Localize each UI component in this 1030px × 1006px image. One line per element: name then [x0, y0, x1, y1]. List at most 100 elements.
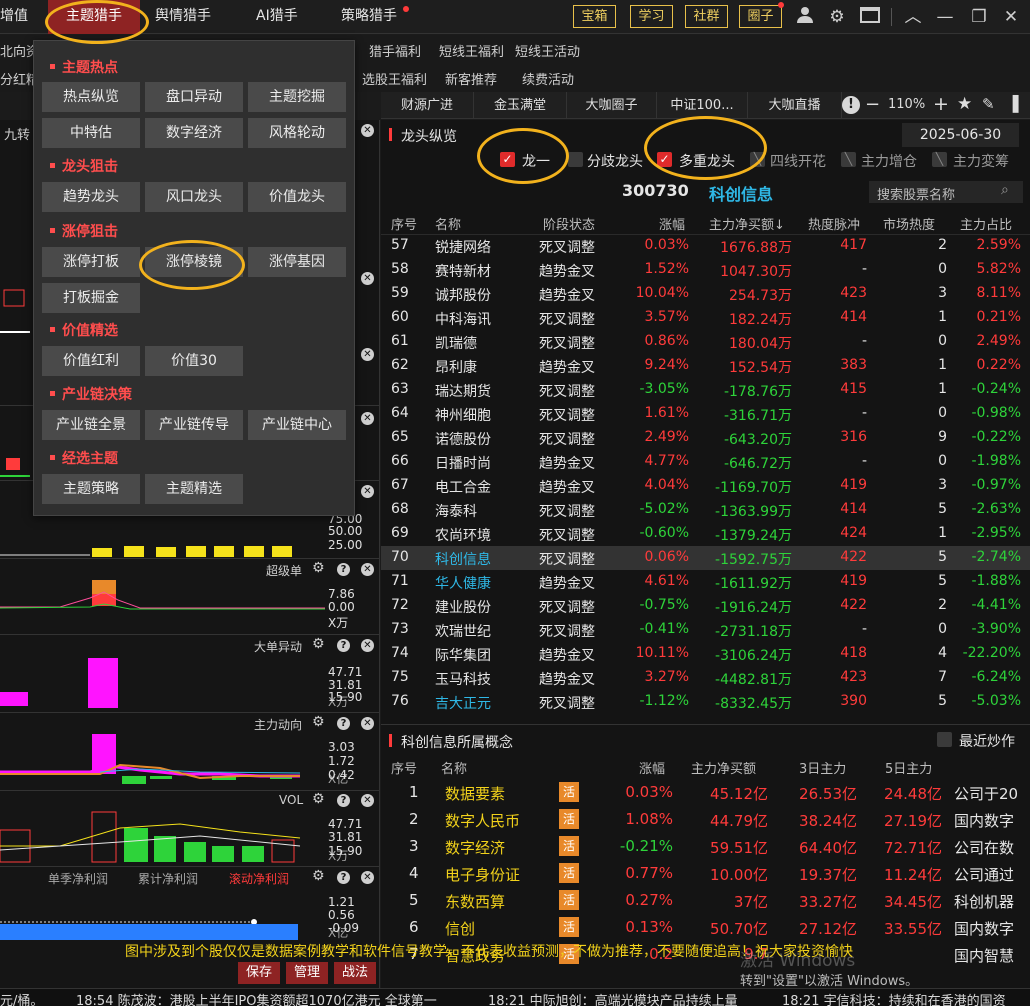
tactics-button[interactable]: 战法 [334, 962, 376, 984]
row-name[interactable]: 欢瑞世纪 [435, 621, 491, 641]
tab-zhongzheng[interactable]: 中证100... [657, 92, 748, 119]
column-header[interactable]: 阶段状态 [543, 214, 595, 233]
row-name[interactable]: 玉马科技 [435, 669, 491, 689]
recent-checkbox[interactable] [937, 732, 952, 747]
edit-icon[interactable]: ✎ [982, 95, 995, 113]
menu-item-limit-up-gene[interactable]: 涨停基因 [248, 247, 346, 277]
gear-icon[interactable]: ⚙ [312, 560, 325, 576]
help-icon[interactable]: ? [337, 871, 350, 884]
filter-label[interactable]: 分歧龙头 [587, 151, 643, 171]
row-name[interactable]: 神州细胞 [435, 405, 491, 425]
table-row[interactable]: 59 诚邦股份 趋势金叉 10.04% 254.73万 423 3 8.11% [381, 282, 1030, 306]
recent-label[interactable]: 最近炒作 [959, 731, 1015, 751]
table-row[interactable]: 60 中科海讯 死叉调整 3.57% 182.24万 414 1 0.21% [381, 306, 1030, 330]
table-row[interactable]: 76 吉大正元 死叉调整 -1.12% -8332.45万 390 5 -5.03% [381, 690, 1030, 714]
help-icon[interactable]: ? [337, 794, 350, 807]
column-header[interactable]: 名称 [441, 758, 467, 777]
close-icon[interactable]: ✕ [361, 485, 374, 498]
concept-row[interactable]: 2 数字人民币 活 1.08% 44.79亿 38.24亿 27.19亿 国内数字 [381, 807, 1030, 834]
gear-icon[interactable]: ⚙ [826, 6, 848, 28]
table-row[interactable]: 66 日播时尚 趋势金叉 4.77% -646.72万 - 0 -1.98% [381, 450, 1030, 474]
filter-checkbox[interactable] [568, 152, 583, 167]
tab-cumulative-profit[interactable]: 累计净利润 [138, 870, 198, 887]
learn-button[interactable]: 学习 [630, 5, 673, 28]
gear-icon[interactable]: ⚙ [312, 636, 325, 652]
close-icon[interactable]: ✕ [361, 272, 374, 285]
table-row[interactable]: 57 锐捷网络 死叉调整 0.03% 1676.88万 417 2 2.59% [381, 234, 1030, 258]
table-row[interactable]: 70 科创信息 死叉调整 0.06% -1592.75万 422 5 -2.74% [381, 546, 1030, 570]
menu-item-board-mining[interactable]: 打板掘金 [42, 283, 140, 313]
menu-item-theme-selection[interactable]: 主题精选 [145, 474, 243, 504]
menu-item-chain-overview[interactable]: 产业链全景 [42, 410, 140, 440]
column-header[interactable]: 序号 [391, 758, 417, 777]
row-name[interactable]: 昂利康 [435, 357, 477, 377]
table-row[interactable]: 73 欢瑞世纪 死叉调整 -0.41% -2731.18万 - 0 -3.90% [381, 618, 1030, 642]
concept-row[interactable]: 6 信创 活 0.13% 50.70亿 27.12亿 33.55亿 国内数字 [381, 915, 1030, 942]
date-picker[interactable]: 2025-06-30 [902, 123, 1019, 147]
filter-checkbox[interactable]: ╲ [841, 152, 856, 167]
column-header[interactable]: 主力净买额 [691, 758, 756, 777]
help-icon[interactable]: ? [337, 639, 350, 652]
menu-item-value-leader[interactable]: 价值龙头 [248, 182, 346, 212]
tab-daka-circle[interactable]: 大咖圈子 [567, 92, 657, 119]
row-name[interactable]: 农尚环境 [435, 525, 491, 545]
tab-daka-live[interactable]: 大咖直播 [748, 92, 842, 119]
manage-button[interactable]: 管理 [286, 962, 328, 984]
table-row[interactable]: 72 建业股份 死叉调整 -0.75% -1916.24万 422 2 -4.41% [381, 594, 1030, 618]
gear-icon[interactable]: ⚙ [312, 791, 325, 807]
close-icon[interactable]: ✕ [361, 871, 374, 884]
column-header[interactable]: 主力净买额↓ [709, 214, 785, 233]
sub-nav-item[interactable]: 短线王福利 [439, 41, 504, 60]
close-icon[interactable]: ✕ [361, 124, 374, 137]
help-icon[interactable]: ? [337, 717, 350, 730]
row-name[interactable]: 际华集团 [435, 645, 491, 665]
column-header[interactable]: 热度脉冲 [808, 214, 860, 233]
column-header[interactable]: 主力占比 [960, 214, 1012, 233]
column-header[interactable]: 涨幅 [659, 214, 685, 233]
column-header[interactable]: 3日主力 [799, 758, 846, 777]
table-row[interactable]: 69 农尚环境 死叉调整 -0.60% -1379.24万 424 1 -2.95% [381, 522, 1030, 546]
menu-item-style-rotation[interactable]: 风格轮动 [248, 118, 346, 148]
gear-icon[interactable]: ⚙ [312, 714, 325, 730]
nav-strategy-hunter[interactable]: 策略猎手 [341, 0, 397, 34]
community-button[interactable]: 社群 [685, 5, 728, 28]
restore-icon[interactable]: ❐ [968, 6, 990, 28]
row-name[interactable]: 日播时尚 [435, 453, 491, 473]
tab-jinyu[interactable]: 金玉满堂 [474, 92, 567, 119]
close-icon[interactable]: ✕ [361, 563, 374, 576]
menu-item-market-anomaly[interactable]: 盘口异动 [145, 82, 243, 112]
concept-row[interactable]: 5 东数西算 活 0.27% 37亿 33.27亿 34.45亿 科创机器 [381, 888, 1030, 915]
menu-item-value-dividend[interactable]: 价值红利 [42, 346, 140, 376]
row-name[interactable]: 建业股份 [435, 597, 491, 617]
row-name[interactable]: 中科海讯 [435, 309, 491, 329]
close-icon[interactable]: ✕ [361, 794, 374, 807]
ticker-item[interactable]: 18:54 陈茂波：港股上半年IPO集资额超1070亿港元 全球第一 [76, 990, 437, 1006]
tab-caiyuan[interactable]: 财源广进 [381, 92, 474, 119]
search-icon[interactable]: ⌕ [1001, 182, 1009, 198]
close-icon[interactable]: ✕ [1000, 6, 1022, 28]
info-icon[interactable]: ! [842, 96, 860, 114]
more-icon[interactable]: ▐ [1007, 95, 1019, 113]
table-row[interactable]: 74 际华集团 趋势金叉 10.11% -3106.24万 418 4 -22.20% [381, 642, 1030, 666]
row-name[interactable]: 诺德股份 [435, 429, 491, 449]
close-icon[interactable]: ✕ [361, 717, 374, 730]
search-input[interactable]: 搜索股票名称 [877, 184, 955, 203]
gear-icon[interactable]: ⚙ [312, 868, 325, 884]
row-name[interactable]: 科创信息 [435, 549, 491, 569]
menu-item-digital-economy[interactable]: 数字经济 [145, 118, 243, 148]
menu-item-trend-leader[interactable]: 趋势龙头 [42, 182, 140, 212]
menu-item-theme-mining[interactable]: 主题挖掘 [248, 82, 346, 112]
concept-row[interactable]: 3 数字经济 活 -0.21% 59.51亿 64.40亿 72.71亿 公司在数 [381, 834, 1030, 861]
table-row[interactable]: 64 神州细胞 死叉调整 1.61% -316.71万 - 0 -0.98% [381, 402, 1030, 426]
minimize-icon[interactable]: — [934, 6, 956, 28]
sub-nav-item[interactable]: 选股王福利 [362, 69, 427, 88]
sub-nav-item[interactable]: 新客推荐 [445, 69, 497, 88]
treasure-box-button[interactable]: 宝箱 [573, 5, 616, 28]
row-name[interactable]: 锐捷网络 [435, 237, 491, 257]
menu-item-theme-strategy[interactable]: 主题策略 [42, 474, 140, 504]
zoom-out-icon[interactable]: − [865, 94, 880, 115]
table-row[interactable]: 65 诺德股份 死叉调整 2.49% -643.20万 316 9 -0.22% [381, 426, 1030, 450]
close-icon[interactable]: ✕ [361, 412, 374, 425]
row-name[interactable]: 电工合金 [435, 477, 491, 497]
filter-checkbox[interactable]: ╲ [932, 152, 947, 167]
